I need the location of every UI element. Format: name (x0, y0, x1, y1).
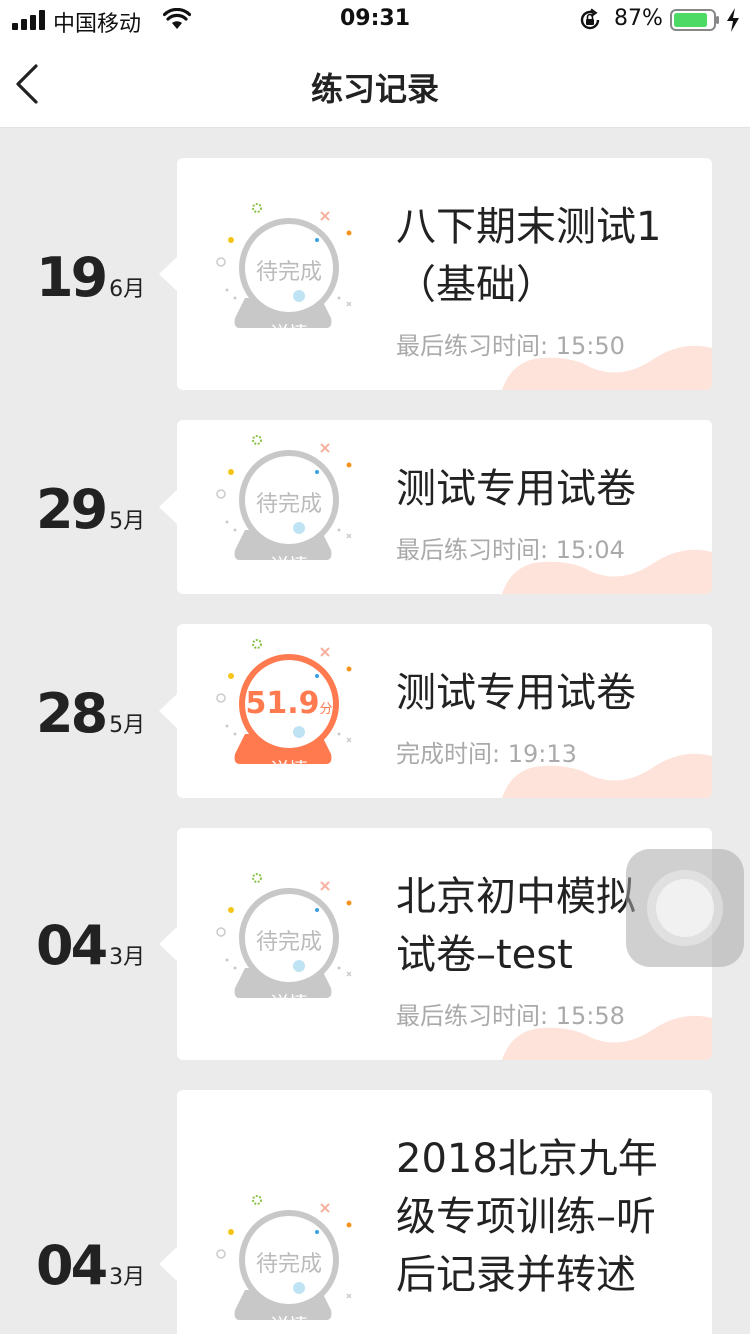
score-value: 51.9 (245, 686, 320, 721)
list-item[interactable]: 28 5月 51.9分 详情 测试专用试卷 完成时间: 19:13 (0, 624, 750, 798)
date-label: 29 5月 (36, 478, 166, 541)
date-label: 04 3月 (36, 914, 166, 977)
score-unit: 分 (319, 702, 333, 717)
date-label: 04 3月 (36, 1234, 166, 1297)
date-month: 3月 (109, 1265, 146, 1290)
list-item[interactable]: 29 5月 待完成 详情 测试专用试卷 最后练习时间: 15:04 (0, 420, 750, 594)
record-time: 最后练习时间: 15:50 (396, 332, 625, 360)
badge-status-text: 待完成 (255, 930, 322, 955)
list-item[interactable]: 04 3月 待完成 详情 2018北京九年级专项训练–听后记录并转述 (0, 1090, 750, 1334)
date-day: 04 (36, 1234, 108, 1297)
date-day: 19 (36, 246, 108, 309)
badge-detail-label: 详情 (269, 1315, 308, 1334)
badge-detail-label: 详情 (269, 759, 308, 781)
badge-status-text: 待完成 (255, 492, 322, 517)
record-title: 北京初中模拟试卷–test (396, 874, 636, 978)
date-month: 5月 (109, 509, 146, 534)
date-label: 28 5月 (36, 682, 166, 745)
card-pointer (159, 256, 178, 292)
record-time: 完成时间: 19:13 (396, 740, 577, 768)
date-month: 6月 (109, 277, 146, 302)
record-card[interactable]: 待完成 详情 2018北京九年级专项训练–听后记录并转述 (177, 1090, 712, 1334)
record-time: 最后练习时间: 15:58 (396, 1002, 625, 1030)
battery-percent: 87% (614, 6, 663, 31)
record-title: 测试专用试卷 (396, 466, 636, 512)
battery-icon (670, 9, 719, 31)
badge-detail-label: 详情 (269, 555, 308, 577)
list-item[interactable]: 19 6月 待完成 详情 八下期末测试1（基础） 最后练习时间: 15:50 (0, 158, 750, 390)
date-day: 28 (36, 682, 108, 745)
record-card[interactable]: 待完成 详情 八下期末测试1（基础） 最后练习时间: 15:50 (177, 158, 712, 390)
badge-detail-label: 详情 (269, 993, 308, 1015)
assistive-touch-button[interactable] (626, 849, 744, 967)
record-title: 测试专用试卷 (396, 670, 636, 716)
status-bar: 中国移动 09:31 87% (0, 0, 750, 40)
record-time: 最后练习时间: 15:04 (396, 536, 625, 564)
charging-bolt-icon (727, 8, 739, 32)
navigation-bar: 练习记录 (0, 40, 750, 128)
card-pointer (159, 693, 178, 729)
card-pointer (159, 926, 178, 962)
badge-status-text: 待完成 (255, 1252, 322, 1277)
date-label: 19 6月 (36, 246, 166, 309)
rotation-lock-icon (580, 8, 600, 30)
card-pointer (159, 1246, 178, 1282)
record-card[interactable]: 51.9分 详情 测试专用试卷 完成时间: 19:13 (177, 624, 712, 798)
record-title: 八下期末测试1（基础） (396, 204, 662, 308)
date-day: 04 (36, 914, 108, 977)
date-day: 29 (36, 478, 108, 541)
date-month: 3月 (109, 945, 146, 970)
date-month: 5月 (109, 713, 146, 738)
card-pointer (159, 489, 178, 525)
record-card[interactable]: 待完成 详情 测试专用试卷 最后练习时间: 15:04 (177, 420, 712, 594)
badge-status-text: 待完成 (255, 260, 322, 285)
record-title: 2018北京九年级专项训练–听后记录并转述 (396, 1136, 658, 1298)
badge-detail-label: 详情 (269, 323, 308, 345)
page-title: 练习记录 (310, 70, 439, 108)
